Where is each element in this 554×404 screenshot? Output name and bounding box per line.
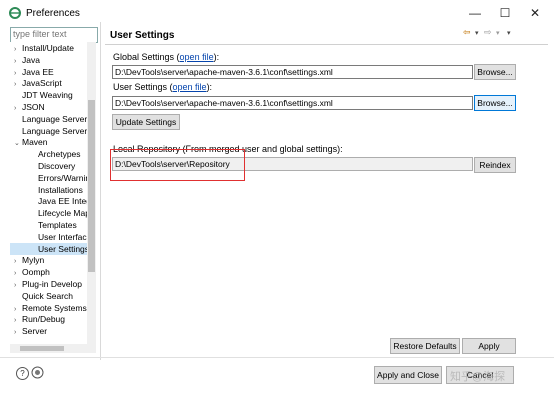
tree-item-label: Lifecycle Map (38, 208, 90, 219)
footer-separator (0, 357, 554, 358)
reindex-button[interactable]: Reindex (474, 157, 516, 173)
back-menu-icon[interactable]: ▾ (475, 29, 479, 37)
expand-arrow-icon[interactable]: › (14, 268, 22, 278)
apply-and-close-button[interactable]: Apply and Close (374, 366, 442, 384)
forward-arrow-icon[interactable]: ⇨ (484, 27, 492, 38)
tree-item[interactable]: › JSON (10, 101, 92, 113)
tree-item-label: Maven (22, 137, 48, 148)
global-browse-button[interactable]: Browse... (474, 64, 516, 80)
tree-item[interactable]: › Remote Systems (10, 302, 92, 314)
tree-item[interactable]: Language Server (10, 125, 92, 137)
forward-menu-icon[interactable]: ▾ (496, 29, 500, 37)
watermark: 知乎@海探 (450, 371, 506, 383)
tree-item-label: JDT Weaving (22, 90, 73, 101)
tree-item[interactable]: › Java EE (10, 66, 92, 78)
tree-item-label: Java (22, 54, 40, 65)
tree-item-label: Install/Update (22, 43, 74, 53)
tree-item-label: User Settings (38, 243, 90, 254)
tree-item[interactable]: › Java (10, 54, 92, 66)
back-arrow-icon[interactable]: ⇦ (463, 27, 471, 38)
tree-item[interactable]: › Run/Debug (10, 313, 92, 325)
view-menu-icon[interactable]: ▾ (507, 29, 511, 37)
tree-horizontal-scroll-thumb[interactable] (20, 346, 64, 351)
tree-item-label: Language Server (22, 113, 88, 124)
tree-item[interactable]: User Settings (10, 242, 96, 255)
tree-item[interactable]: Lifecycle Map (10, 207, 96, 219)
import-export-icon[interactable] (31, 366, 44, 379)
help-icon[interactable]: ? (16, 367, 29, 380)
tree-item-label: Oomph (22, 267, 50, 278)
tree-item-label: Installations (38, 184, 83, 195)
user-settings-label: User Settings (open file): (113, 82, 213, 92)
window-title: Preferences (26, 8, 80, 19)
tree-item[interactable]: Java EE Integra (10, 195, 96, 207)
expand-arrow-icon[interactable]: › (14, 68, 22, 78)
tree-item[interactable]: › JavaScript (10, 77, 92, 89)
expand-arrow-icon[interactable]: › (14, 56, 22, 66)
tree-item-label: JavaScript (22, 78, 62, 89)
filter-box[interactable] (10, 27, 99, 43)
restore-defaults-button[interactable]: Restore Defaults (390, 338, 460, 354)
tree-item[interactable]: Archetypes (10, 148, 96, 160)
tree-item-label: Discovery (38, 161, 76, 171)
tree-item[interactable]: ⌄ Maven (10, 136, 92, 148)
expand-arrow-icon[interactable]: › (14, 256, 22, 266)
filter-input[interactable] (11, 28, 99, 40)
expand-arrow-icon[interactable]: › (14, 280, 22, 290)
tree-item-label: User Interface (38, 231, 92, 242)
global-settings-field[interactable]: D:\DevTools\server\apache-maven-3.6.1\co… (112, 65, 473, 79)
eclipse-app-icon (9, 7, 21, 19)
expand-arrow-icon[interactable]: › (14, 44, 22, 54)
preference-tree: › Install/Update › Java › Java EE › JavaScript J… (10, 42, 96, 344)
tree-item-label: JSON (22, 102, 45, 112)
tree-item-label: Mylyn (22, 255, 45, 266)
page-title: User Settings (110, 30, 175, 41)
close-button[interactable]: ✕ (520, 4, 550, 22)
maximize-button[interactable]: ☐ (490, 4, 520, 22)
tree-item[interactable]: › Server (10, 325, 92, 337)
highlight-annotation-box (110, 149, 245, 181)
update-settings-button[interactable]: Update Settings (112, 114, 180, 130)
tree-item[interactable]: Language Server (10, 113, 92, 125)
tree-item-label: Quick Search (22, 290, 74, 301)
tree-item[interactable]: › Oomph (10, 266, 92, 278)
tree-item[interactable]: JDT Weaving (10, 89, 92, 101)
tree-item-label: Archetypes (38, 149, 81, 160)
tree-item-label: Java EE (22, 66, 54, 77)
tree-item-label: Server (22, 326, 48, 337)
expand-arrow-icon[interactable]: › (14, 304, 22, 314)
tree-item-label: Remote Systems (22, 302, 87, 313)
tree-item[interactable]: Quick Search (10, 290, 92, 302)
global-open-file-link[interactable]: open file (180, 52, 214, 62)
tree-item-label: Language Server (22, 125, 88, 136)
expand-arrow-icon[interactable]: ⌄ (14, 138, 22, 148)
header-separator (105, 44, 548, 45)
expand-arrow-icon[interactable]: › (14, 315, 22, 325)
tree-item-label: Plug-in Develop (22, 279, 83, 289)
user-open-file-link[interactable]: open file (173, 82, 207, 92)
tree-item[interactable]: Installations (10, 184, 96, 196)
expand-arrow-icon[interactable]: › (14, 327, 22, 337)
tree-item[interactable]: Errors/Warnin (10, 172, 96, 184)
tree-item[interactable]: › Plug-in Develop (10, 278, 92, 290)
tree-item[interactable]: Templates (10, 219, 96, 231)
user-browse-button[interactable]: Browse... (474, 95, 516, 111)
tree-item[interactable]: › Install/Update (10, 42, 92, 54)
tree-item-label: Run/Debug (22, 314, 66, 325)
expand-arrow-icon[interactable]: › (14, 103, 22, 113)
user-settings-field[interactable]: D:\DevTools\server\apache-maven-3.6.1\co… (112, 96, 473, 110)
pane-divider[interactable] (100, 22, 101, 360)
tree-item-label: Errors/Warnin (38, 172, 91, 183)
tree-item-label: Templates (38, 220, 77, 230)
tree-vertical-scroll-thumb[interactable] (88, 100, 95, 272)
expand-arrow-icon[interactable]: › (14, 79, 22, 89)
tree-item[interactable]: Discovery (10, 160, 96, 172)
tree-item[interactable]: › Mylyn (10, 254, 92, 266)
global-settings-label: Global Settings (open file): (113, 52, 220, 62)
apply-button[interactable]: Apply (462, 338, 516, 354)
minimize-button[interactable]: — (460, 4, 490, 22)
tree-item[interactable]: User Interface (10, 231, 96, 243)
